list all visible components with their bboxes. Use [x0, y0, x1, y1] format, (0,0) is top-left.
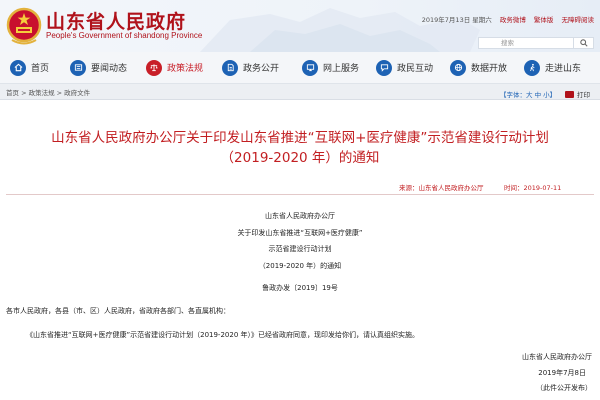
- publish-note: （此件公开发布）: [536, 384, 592, 392]
- nav-home[interactable]: 首页: [10, 52, 70, 84]
- nav-label: 政民互动: [397, 64, 434, 74]
- doc-number: 鲁政办发〔2019〕19号: [262, 284, 338, 292]
- nav-label: 政策法规: [167, 64, 204, 74]
- chat-icon: [376, 59, 392, 76]
- site-title[interactable]: 山东省人民政府: [46, 7, 186, 34]
- divider: [6, 194, 594, 195]
- link-weibo[interactable]: 政务微博: [500, 16, 526, 24]
- walk-icon: [524, 59, 540, 76]
- scales-icon: [146, 59, 162, 76]
- nav-interaction[interactable]: 政民互动: [376, 52, 450, 84]
- article-source: 来源：山东省人民政府办公厅: [399, 184, 484, 192]
- printer-icon: [565, 90, 574, 98]
- nav-open-data[interactable]: 数据开放: [450, 52, 524, 84]
- print-button[interactable]: 打印: [565, 89, 590, 99]
- search-input[interactable]: 搜索: [478, 37, 574, 49]
- recipients: 各市人民政府，各县（市、区）人民政府，省政府各部门、各直属机构：: [6, 307, 230, 315]
- globe-icon: [450, 59, 466, 76]
- current-date: 2019年7月13日 星期六: [421, 16, 492, 24]
- article-body: 《山东省推进“互联网+医疗健康”示范省建设行动计划（2019-2020 年）》已…: [26, 331, 419, 339]
- doc-title-line: 山东省人民政府办公厅: [265, 212, 335, 220]
- doc-title-line: （2019-2020 年）的通知: [258, 262, 342, 270]
- breadcrumb[interactable]: 首页 > 政策法规 > 政府文件: [6, 87, 90, 97]
- nav-label: 数据开放: [471, 64, 508, 74]
- signing-date: 2019年7月8日: [538, 369, 586, 377]
- site-subtitle: People's Government of shandong Province: [46, 31, 203, 40]
- nav-label: 网上服务: [323, 64, 360, 74]
- link-traditional[interactable]: 繁体版: [534, 16, 554, 24]
- top-links: 2019年7月13日 星期六 政务微博 繁体版 无障碍阅读: [416, 14, 594, 24]
- news-icon: [70, 59, 86, 76]
- signing-org: 山东省人民政府办公厅: [522, 353, 592, 361]
- national-emblem-icon: [6, 7, 42, 45]
- breadcrumb-bar: 首页 > 政策法规 > 政府文件 【字体：大 中 小】 打印: [0, 84, 600, 100]
- document-icon: [222, 59, 238, 76]
- nav-online-service[interactable]: 网上服务: [302, 52, 376, 84]
- monitor-icon: [302, 59, 318, 76]
- nav-news[interactable]: 要闻动态: [70, 52, 146, 84]
- nav-policy[interactable]: 政策法规: [146, 52, 222, 84]
- article-time: 时间：2019-07-11: [504, 184, 562, 192]
- nav-label: 走进山东: [545, 64, 582, 74]
- search-button[interactable]: [574, 37, 594, 49]
- site-header: 山东省人民政府 People's Government of shandong …: [0, 0, 600, 52]
- print-label: 打印: [577, 91, 590, 99]
- nav-gov-affairs[interactable]: 政务公开: [222, 52, 302, 84]
- nav-label: 首页: [31, 64, 50, 74]
- link-accessibility[interactable]: 无障碍阅读: [562, 16, 595, 24]
- nav-label: 政务公开: [243, 64, 280, 74]
- doc-title-line: 关于印发山东省推进“互联网+医疗健康”: [237, 229, 363, 237]
- article-title-line1: 山东省人民政府办公厅关于印发山东省推进“互联网+医疗健康”示范省建设行动计划: [51, 130, 549, 146]
- nav-about-shandong[interactable]: 走进山东: [524, 52, 594, 84]
- home-icon: [10, 59, 26, 76]
- article-title-line2: （2019-2020 年）的通知: [220, 150, 380, 166]
- nav-label: 要闻动态: [91, 64, 128, 74]
- font-size-control[interactable]: 【字体：大 中 小】: [500, 89, 556, 99]
- doc-title-line: 示范省建设行动计划: [268, 245, 332, 253]
- main-nav: 首页 要闻动态 政策法规 政务公开 网上服务 政民互动 数据开放 走进山东: [0, 52, 600, 84]
- search-icon: [579, 39, 588, 47]
